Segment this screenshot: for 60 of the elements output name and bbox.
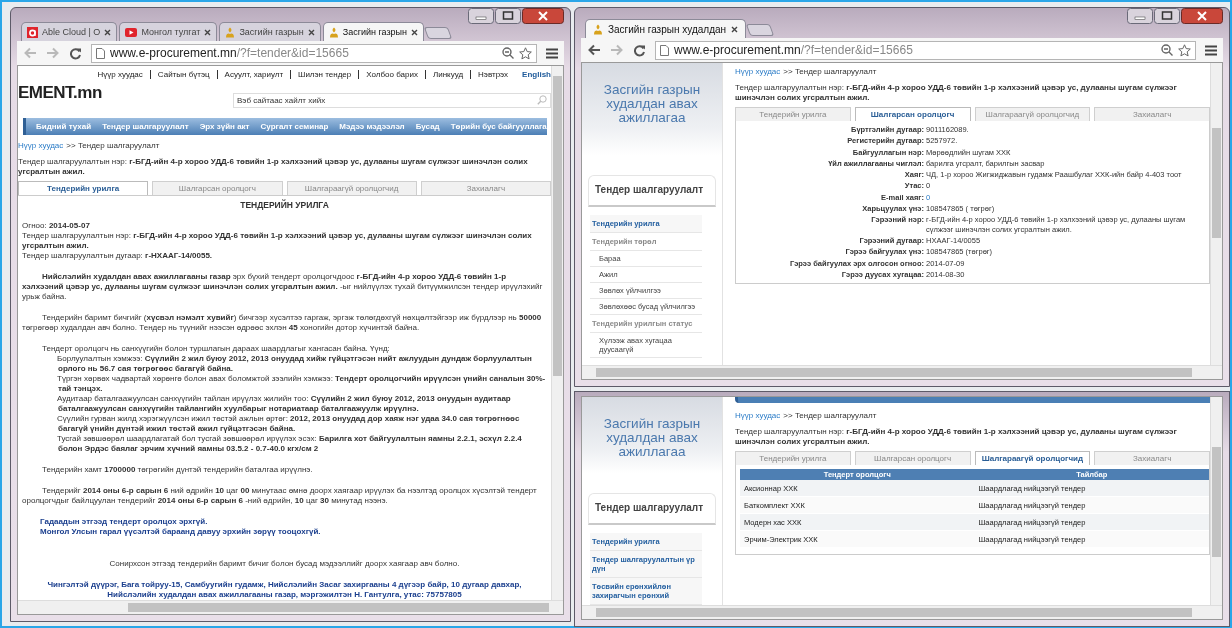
requirement-item: Борлуулалтын хэмжээ: Сүүлийн 2 жил буюу 2012, 2013 онуудад хийж гүйцэтгэсэн нийт ажлуудын дундаж борлуулалтын орлого нь 56.7 сая төгрөгөөс багагүй байна.: [58, 354, 533, 374]
breadcrumb-link[interactable]: Нүүр хуудас: [735, 67, 781, 76]
info-line: Тендер шалгаруулалтын нэр: г-БГД-ийн 4-р хороо УДД-6 төвийн 1-р хэлхээний цэвэр ус, дулааны шугам сүлжээг шинэчлэн солих угсралтын ажил.: [22, 231, 533, 251]
notice-text: Гадаадын этгээд тендерт оролцох эрхгүй.: [40, 517, 209, 527]
breadcrumb-current: >> Тендер шалгаруулалт: [783, 411, 877, 420]
site-logo: EMENT.mn: [18, 83, 102, 103]
top-nav-link[interactable]: Шилэн тендер: [290, 70, 359, 79]
content-tab[interactable]: Тендерийн урилга: [18, 181, 149, 195]
content-tab[interactable]: Тендерийн урилга: [735, 107, 851, 121]
top-nav-link[interactable]: Холбоо барих: [358, 70, 425, 79]
content-tab[interactable]: Тендерийн урилга: [735, 451, 851, 465]
info-line: Огноо: 2014-05-07: [22, 221, 91, 231]
search-field[interactable]: Вэб сайтаас хайлт хийх: [233, 93, 551, 108]
paragraph: Сонирхсон этгээд тендерийн баримт бичиг болон бусад мэдээллийг доорх хаягаар авч болно.: [108, 559, 461, 569]
content-tab[interactable]: Захиалагч: [1094, 107, 1210, 121]
paragraph: Тендерийн хамт 1700000 төгрөгийн дүнтэй тендерийн баталгаа ирүүлнэ.: [41, 465, 314, 475]
paragraph: Тендерийг 2014 оны 6-р сарын 6 ний өдрийн 10 цаг 00 минутаас өмнө доорх хаягаар ирүүлэх ба нээлтэд оролцох хүсэлтэй тендерт оролцогчдыг байлцуулан тендерийг 2014 оны 6-р сарын 6 -ний өдрийн, 10 цаг 30 минутад нээнэ.: [22, 486, 538, 506]
requirement-item: Тусгай зөвшөөрөл шаардлагатай бол тусгай зөвшөөрөл ирүүлэх эсэх: Барилга хот байгуулалтын яамны 2.2.1, эсхүл 2.2.4 болон Эрдэс баялаг эрчим хүчний яамны 03.5.2 - 0.7-40.0 кгх/см 2: [58, 434, 523, 454]
banner-title: Засгийн газрын худалдан авах ажиллагаа: [602, 417, 702, 459]
breadcrumb-link[interactable]: Нүүр хуудас: [18, 141, 64, 150]
breadcrumb-current: >> Тендер шалгаруулалт: [66, 141, 160, 150]
tender-title: Тендер шалгаруулалтын нэр: г-БГД-ийн 4-р хороо УДД-6 төвийн 1-р хэлхээний цэвэр ус, дулааны шугам сүлжээг шинэчлэн солих угсралтын ажил.: [18, 157, 529, 177]
top-nav-link[interactable]: Асуулт, хариулт: [216, 70, 291, 79]
breadcrumb-link[interactable]: Нүүр хуудас: [735, 411, 781, 420]
top-nav-link[interactable]: English: [515, 70, 551, 79]
sidebar-heading: Тендер шалгаруулалт: [588, 493, 716, 525]
content-tab[interactable]: Шалгарсан оролцогч: [152, 181, 283, 195]
browser-tab[interactable]: Засгийн газрын: [322, 22, 424, 41]
info-line: Тендер шалгаруулалтын дугаар: г-НХААГ-14/0055.: [22, 251, 214, 261]
top-nav-link[interactable]: Нэвтрэх: [470, 70, 516, 79]
top-nav-link[interactable]: Сайтын бүтэц: [149, 70, 217, 79]
browser-tab[interactable]: Засгийн газрын худалдан: [585, 19, 747, 38]
content-tab[interactable]: Шалгараагүй оролцогчид: [286, 181, 417, 195]
top-nav-link[interactable]: Нүүр хуудас: [90, 70, 150, 79]
address-bar[interactable]: www.e-procurement.mn/?f=tender&id=15665: [655, 40, 1196, 60]
paragraph: Нийслэлийн худалдан авах ажиллагааны газар эрх бүхий тендерт оролцогчдоос г-БГД-ийн 4-р хороо УДД-6 төвийн 1-р хэлхээний цэвэр ус, дулааны шугам сүлжээг шинэчлэн солих угсралтын ажил. -ыг нийлүүлэх тухай битүүмжилсэн тендер ирүүлэхийг урьж байна.: [22, 272, 544, 302]
browser-tab[interactable]: Монгол тулгат: [119, 22, 218, 41]
browser-tab[interactable]: Able Cloud | О: [21, 22, 118, 41]
contact-address: Чингэлтэй дүүрэг, Бага тойруу-15, Самбуугийн гудамж, Нийслэлийн Засаг захиргааны 4 дүгээр байр, 10 дугаар давхар, Нийслэлийн худалдан авах ажиллагааны газар, мэргэжилтэн Н. Гантулга, утас: 75757805: [46, 580, 523, 600]
content-tab[interactable]: Шалгарсан оролцогч: [854, 107, 971, 121]
notice-text: Монгол Улсын гарал үүсэлтэй бараанд давуу эрхийн зөрүү тооцохгүй.: [40, 527, 322, 537]
banner-title: Засгийн газрын худалдан авах ажиллагаа: [602, 83, 702, 125]
tender-title: Тендер шалгаруулалтын нэр: г-БГД-ийн 4-р хороо УДД-6 төвийн 1-р хэлхээний цэвэр ус, дулааны шугам сүлжээг шинэчлэн солих угсралтын ажил.: [735, 427, 1178, 447]
address-bar[interactable]: www.e-procurement.mn/?f=tender&id=15665: [91, 43, 537, 63]
requirement-item: Сүүлийн гурван жилд хэрэгжүүлсэн ижил төстэй ажлын өртөг: 2012, 2013 онуудад дор хаяж нэг удаа 34.0 сая төгрөгнөөс багагүй үнийн дүнтэй ижил төстэй ажил гүйцэтгэсэн байна.: [58, 414, 521, 434]
requirement-item: Аудитаар баталгаажуулсан санхүүгийн тайлан ирүүлэх жилийн тоо: Сүүлийн 2 жил буюу 2012, 2013 онуудын аудитаар баталгаажуулсан санхүүгийн тайлангийн хуулбарыг нотариатаар баталгаажуулж ирүүлнэ.: [58, 394, 512, 414]
tender-title: Тендер шалгаруулалтын нэр: г-БГД-ийн 4-р хороо УДД-6 төвийн 1-р хэлхээний цэвэр ус, дулааны шугам сүлжээг шинэчлэн солих угсралтын ажил.: [735, 83, 1178, 103]
content-tab[interactable]: Шалгараагүй оролцогчид: [974, 451, 1091, 465]
content-tab[interactable]: Шалгарсан оролцогч: [854, 451, 971, 465]
top-nav-link[interactable]: Линкууд: [424, 70, 471, 79]
section-heading: ТЕНДЕРИЙН УРИЛГА: [239, 200, 330, 210]
content-tab[interactable]: Шалгараагүй оролцогчид: [974, 107, 1091, 121]
content-tab[interactable]: Захиалагч: [420, 181, 551, 195]
paragraph: Тендерийн баримт бичгийг (хүсвэл нэмэлт хувийг) бичгээр хүсэлтээ гаргаж, эргэж төлөгдөхгүй нөхцөлтэйгээр иж бүрдлээр нь 50000 төгрөгөөр худалдан авч болно. Тендер нь түүнийг нээсэн өдрөөс эхлэн 45 хоногийн дотор хүчинтэй байна.: [22, 313, 543, 333]
content-tab[interactable]: Захиалагч: [1094, 451, 1210, 465]
sidebar-heading: Тендер шалгаруулалт: [588, 175, 716, 207]
paragraph: Тендерт оролцогч нь санхүүгийн болон туршлагын дараах шаардлагыг хангасан байна. Үүнд:: [42, 344, 391, 354]
requirement-item: Түргэн хөрвөх чадвартай хөрөнгө болон авах боломжтой зээлийн хэмжээ: Тендерт оролцогчийн ирүүлсэн үнийн саналын 30%-тай тэнцэх.: [58, 374, 547, 394]
browser-tab[interactable]: Засгийн газрын: [219, 22, 321, 41]
breadcrumb-current: >> Тендер шалгаруулалт: [783, 67, 877, 76]
